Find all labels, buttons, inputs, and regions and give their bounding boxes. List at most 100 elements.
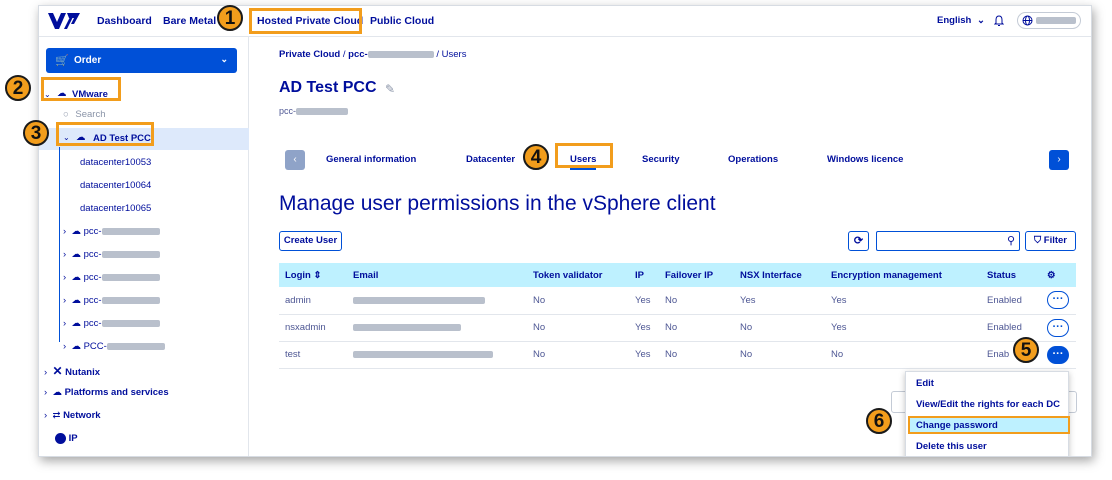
pencil-icon[interactable]: ✎ — [385, 82, 395, 96]
annotation-badge: 5 — [1013, 337, 1039, 363]
refresh-icon[interactable]: ⟳ — [848, 231, 869, 251]
tab-next-arrow-icon[interactable]: › — [1049, 150, 1069, 170]
cell-email-redacted — [347, 341, 527, 369]
sort-icon: ⇕ — [313, 269, 322, 281]
cell-login: admin — [279, 287, 347, 315]
table-row: nsxadmin No Yes No No Yes Enabled ··· — [279, 314, 1076, 342]
cell-nsx: No — [734, 314, 825, 342]
column-header-nsx-interface: NSX Interface — [734, 263, 825, 287]
sidebar-item-datacenter[interactable]: datacenter10053 — [80, 157, 151, 168]
cell-token: No — [527, 314, 629, 342]
annotation-badge: 1 — [217, 5, 243, 31]
cell-status: Enabled — [981, 287, 1041, 315]
cart-icon: 🛒 — [55, 55, 69, 67]
sidebar-item-ip[interactable]: IP — [55, 433, 78, 444]
cell-login: nsxadmin — [279, 314, 347, 342]
chevron-down-icon: ⌄ — [977, 15, 985, 26]
tab-windows-licence[interactable]: Windows licence — [827, 154, 903, 165]
nav-dashboard[interactable]: Dashboard — [97, 15, 152, 27]
table-row: admin No Yes No Yes Yes Enabled ··· — [279, 287, 1076, 315]
column-header-login[interactable]: Login ⇕ — [279, 263, 347, 287]
sidebar-search[interactable]: ○ Search — [63, 109, 106, 120]
sidebar-item-platforms[interactable]: › ☁ Platforms and services — [44, 387, 169, 398]
breadcrumb-separator: / — [436, 49, 439, 60]
sidebar-item-pcc[interactable]: › ☁ pcc- — [63, 318, 160, 329]
cell-token: No — [527, 341, 629, 369]
tab-security[interactable]: Security — [642, 154, 680, 165]
column-header-failover-ip: Failover IP — [659, 263, 734, 287]
row-actions: ··· — [1041, 287, 1076, 315]
nav-bare-metal[interactable]: Bare Metal — [163, 15, 216, 27]
chevron-down-icon: ⌄ — [220, 54, 228, 64]
top-navigation: Dashboard Bare Metal Hosted Private Clou… — [39, 6, 1091, 37]
filter-button[interactable]: ⛉ Filter — [1025, 231, 1076, 251]
column-header-token-validator: Token validator — [527, 263, 629, 287]
menu-item-view-edit-rights[interactable]: View/Edit the rights for each DC — [916, 399, 1060, 410]
sidebar-item-pcc[interactable]: › ☁ pcc- — [63, 272, 160, 283]
user-menu[interactable] — [1017, 12, 1081, 29]
filter-icon: ⛉ — [1033, 235, 1042, 246]
filter-label: Filter — [1043, 235, 1067, 246]
column-header-email: Email — [347, 263, 527, 287]
order-button[interactable]: 🛒 Order ⌄ — [46, 48, 237, 73]
language-selector[interactable]: English — [937, 15, 971, 26]
sidebar-item-datacenter[interactable]: datacenter10065 — [80, 203, 151, 214]
sidebar-item-network[interactable]: › ⇄ Network — [44, 410, 101, 421]
search-icon: ⚲ — [1006, 235, 1015, 247]
tab-datacenter[interactable]: Datacenter — [466, 154, 515, 165]
cell-failover: No — [659, 341, 734, 369]
sidebar-item-pcc[interactable]: › ☁ pcc- — [63, 249, 160, 260]
ovhcloud-logo-icon[interactable] — [47, 12, 81, 30]
section-heading: Manage user permissions in the vSphere c… — [279, 192, 716, 215]
create-user-button[interactable]: Create User — [279, 231, 342, 251]
cell-encryption: No — [825, 341, 981, 369]
tab-operations[interactable]: Operations — [728, 154, 778, 165]
breadcrumb-separator: / — [342, 49, 346, 60]
tree-connector — [59, 147, 60, 342]
breadcrumb-users: Users — [441, 49, 467, 60]
tab-general-information[interactable]: General information — [326, 154, 416, 165]
sidebar-item-nutanix[interactable]: › ✕ Nutanix — [44, 364, 100, 378]
cell-token: No — [527, 287, 629, 315]
nav-public-cloud[interactable]: Public Cloud — [370, 15, 434, 27]
breadcrumb-pcc[interactable]: pcc- — [348, 49, 368, 60]
cell-failover: No — [659, 287, 734, 315]
menu-item-edit[interactable]: Edit — [916, 378, 934, 389]
more-actions-icon[interactable]: ··· — [1047, 318, 1069, 337]
cell-ip: Yes — [629, 314, 659, 342]
menu-item-change-password[interactable]: Change password — [916, 420, 998, 431]
app-window: Dashboard Bare Metal Hosted Private Clou… — [38, 5, 1092, 457]
column-header-ip: IP — [629, 263, 659, 287]
cell-failover: No — [659, 314, 734, 342]
annotation-badge: 2 — [5, 75, 31, 101]
nutanix-icon: ✕ — [52, 364, 63, 378]
annotation-highlight — [56, 122, 154, 146]
annotation-badge: 4 — [523, 144, 549, 170]
search-input[interactable]: ⚲ — [876, 231, 1020, 251]
sidebar-search-input[interactable]: Search — [75, 109, 105, 120]
cell-encryption: Yes — [825, 314, 981, 342]
tab-prev-arrow-icon[interactable]: ‹ — [285, 150, 305, 170]
annotation-badge: 6 — [866, 408, 892, 434]
row-actions: ··· — [1041, 341, 1076, 369]
bell-icon[interactable] — [994, 15, 1004, 27]
cell-nsx: No — [734, 341, 825, 369]
menu-item-delete-user[interactable]: Delete this user — [916, 441, 987, 452]
settings-icon[interactable]: ⚙ — [1041, 263, 1076, 287]
sidebar-item-pcc[interactable]: › ☁ PCC- — [63, 341, 165, 352]
main-content: Private Cloud / pcc- / Users AD Test PCC… — [279, 37, 1091, 456]
sidebar-item-pcc[interactable]: › ☁ pcc- — [63, 226, 160, 237]
ip-icon — [55, 433, 66, 444]
column-header-encryption: Encryption management — [825, 263, 981, 287]
row-action-menu: Edit View/Edit the rights for each DC Ch… — [905, 371, 1070, 456]
more-actions-icon[interactable]: ··· — [1047, 291, 1069, 310]
globe-icon — [1022, 15, 1033, 26]
sidebar-item-pcc[interactable]: › ☁ pcc- — [63, 295, 160, 306]
breadcrumb-private-cloud[interactable]: Private Cloud — [279, 49, 340, 60]
cell-email-redacted — [347, 287, 527, 315]
more-actions-icon[interactable]: ··· — [1047, 345, 1069, 364]
breadcrumb: Private Cloud / pcc- / Users — [279, 49, 466, 60]
sidebar-item-datacenter[interactable]: datacenter10064 — [80, 180, 151, 191]
user-name-redacted — [1036, 17, 1076, 24]
cell-login: test — [279, 341, 347, 369]
